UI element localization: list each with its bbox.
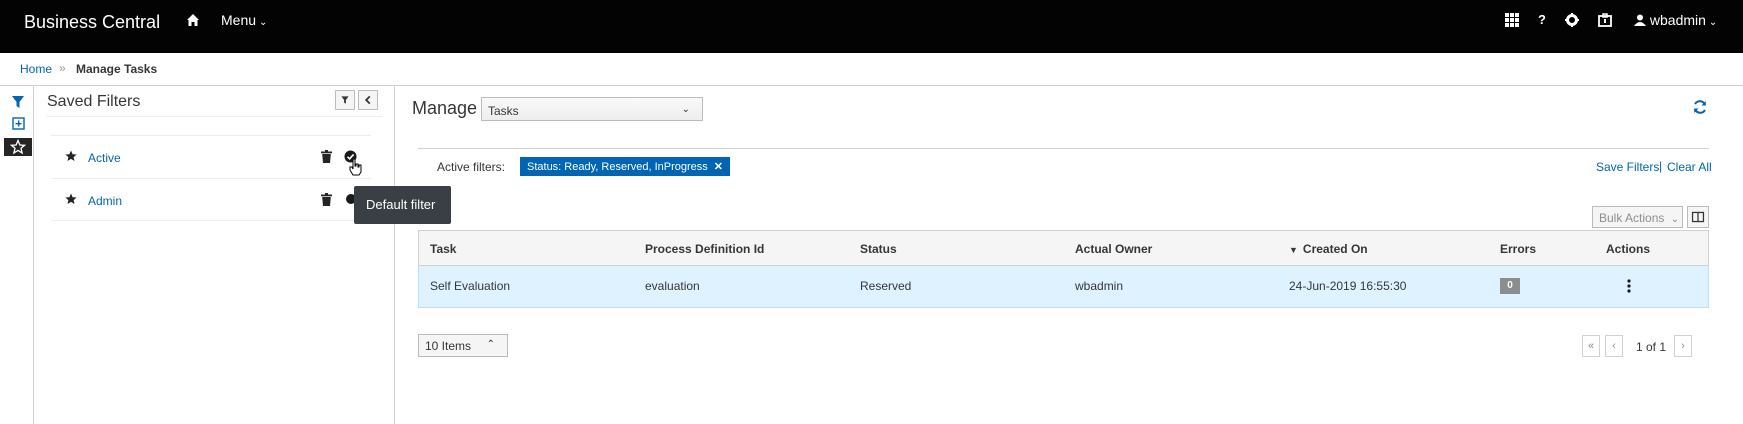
filter-icon[interactable]	[8, 93, 28, 111]
user-icon	[1634, 14, 1646, 26]
breadcrumb-separator: »	[59, 61, 66, 75]
saved-filters-title: Saved Filters	[47, 93, 141, 110]
star-icon	[65, 150, 77, 161]
column-header-created-on[interactable]: ▼ Created On	[1289, 242, 1368, 256]
app-brand[interactable]: Business Central	[24, 12, 160, 33]
view-select[interactable]: Tasks ⌄	[481, 97, 703, 121]
chevron-down-icon: ⌄	[259, 17, 268, 28]
collapse-panel-button[interactable]	[358, 90, 378, 110]
briefcase-icon[interactable]	[1598, 12, 1612, 28]
kebab-menu-icon[interactable]	[1627, 279, 1631, 293]
manage-tasks-main: Manage Tasks ⌄ Active filters: Status: R…	[395, 86, 1743, 424]
first-page-button[interactable]: «	[1582, 335, 1600, 357]
filter-sidebar-toolbar	[0, 86, 34, 424]
bulk-actions-button[interactable]: Bulk Actions ⌄	[1592, 206, 1683, 228]
chevron-down-icon: ⌄	[1670, 214, 1680, 225]
items-per-page-select[interactable]: 10 Items ⌃	[418, 334, 508, 357]
column-header-label: Created On	[1302, 242, 1368, 256]
refresh-icon[interactable]	[1692, 99, 1708, 115]
breadcrumb: Home » Manage Tasks	[0, 53, 1743, 86]
filter-divider	[418, 148, 1709, 149]
trash-icon[interactable]	[321, 193, 332, 206]
chevron-up-icon: ⌃	[486, 339, 495, 350]
cell-process-definition-id: evaluation	[645, 279, 700, 293]
table-row[interactable]: Self Evaluation evaluation Reserved wbad…	[418, 266, 1709, 308]
cell-task: Self Evaluation	[430, 279, 511, 293]
columns-toggle-button[interactable]	[1687, 206, 1709, 228]
page-title: Manage	[412, 98, 478, 118]
column-header-actual-owner[interactable]: Actual Owner	[1075, 242, 1152, 256]
save-filters-link[interactable]: Save Filters	[1596, 160, 1659, 174]
saved-filter-item-active[interactable]: Active	[51, 135, 371, 178]
gear-icon[interactable]	[1565, 12, 1579, 28]
column-header-actions: Actions	[1606, 242, 1651, 256]
panel-divider	[47, 116, 382, 117]
active-filter-chip-label: Status: Ready, Reserved, InProgress	[527, 161, 708, 173]
cell-created-on: 24-Jun-2019 16:55:30	[1289, 279, 1407, 293]
bulk-actions-label: Bulk Actions	[1599, 211, 1665, 225]
star-icon[interactable]	[4, 138, 32, 156]
breadcrumb-current: Manage Tasks	[76, 62, 158, 76]
column-header-errors[interactable]: Errors	[1500, 242, 1536, 256]
plus-square-icon[interactable]	[8, 115, 28, 133]
column-header-status[interactable]: Status	[860, 242, 897, 256]
cell-actual-owner: wbadmin	[1075, 279, 1124, 293]
link-separator: |	[1659, 159, 1663, 173]
hand-cursor-icon	[349, 158, 362, 176]
menu-dropdown[interactable]: Menu ⌄	[221, 12, 267, 28]
clear-all-link[interactable]: Clear All	[1667, 160, 1712, 174]
star-icon	[65, 193, 77, 204]
breadcrumb-home-link[interactable]: Home	[20, 62, 52, 76]
active-filters-label: Active filters:	[437, 160, 506, 174]
errors-badge: 0	[1500, 278, 1520, 294]
saved-filter-item-admin[interactable]: Admin	[51, 178, 371, 221]
view-select-value: Tasks	[488, 104, 519, 118]
saved-filters-list: Active Admin	[51, 135, 371, 221]
saved-filters-panel: Saved Filters Active Admin	[34, 86, 395, 424]
filter-toggle-button[interactable]	[335, 90, 355, 110]
cell-status: Reserved	[860, 279, 912, 293]
menu-label: Menu	[221, 12, 257, 28]
next-page-button[interactable]: ›	[1674, 335, 1692, 357]
active-filter-chip: Status: Ready, Reserved, InProgress ✕	[520, 157, 730, 176]
items-per-page-value: 10 Items	[425, 339, 472, 353]
user-name: wbadmin	[1649, 12, 1706, 28]
column-header-task[interactable]: Task	[430, 242, 456, 256]
top-navbar: Business Central Menu ⌄ ? wbadmin ⌄	[0, 0, 1743, 53]
user-menu[interactable]: wbadmin ⌄	[1634, 12, 1717, 28]
chevron-down-icon: ⌄	[681, 104, 690, 115]
column-header-process-definition-id[interactable]: Process Definition Id	[645, 242, 764, 256]
sort-desc-icon: ▼	[1289, 245, 1298, 255]
saved-filter-label[interactable]: Admin	[88, 194, 122, 208]
close-icon[interactable]: ✕	[714, 161, 723, 173]
table-header: Task Process Definition Id Status Actual…	[418, 230, 1709, 266]
saved-filter-label[interactable]: Active	[88, 151, 121, 165]
chevron-down-icon: ⌄	[1708, 17, 1718, 28]
apps-grid-icon[interactable]	[1505, 12, 1519, 28]
trash-icon[interactable]	[321, 150, 332, 163]
previous-page-button[interactable]: ‹	[1605, 335, 1623, 357]
home-icon[interactable]	[186, 13, 200, 27]
help-button[interactable]: ?	[1538, 12, 1546, 28]
page-info: 1 of 1	[1636, 340, 1667, 354]
